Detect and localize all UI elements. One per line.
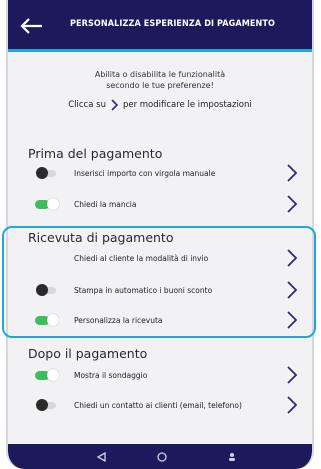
chevron-right-icon[interactable] <box>286 280 298 300</box>
setting-row-contact[interactable]: Chiedi un contatto ai clienti (email, te… <box>8 393 312 417</box>
chevron-right-icon[interactable] <box>286 365 298 385</box>
setting-label: Mostra il sondaggio <box>74 370 148 380</box>
setting-row-customize-receipt[interactable]: Personalizza la ricevuta <box>8 308 312 332</box>
chevron-right-icon <box>111 99 119 111</box>
chevron-right-icon[interactable] <box>286 248 298 268</box>
toggle-tip[interactable] <box>35 198 59 210</box>
app-header: PERSONALIZZA ESPERIENZA DI PAGAMENTO <box>8 0 312 52</box>
intro-line-2: secondo le tue preferenze! <box>106 81 214 90</box>
intro-text: Abilita o disabilita le funzionalità sec… <box>8 69 312 91</box>
hint-suffix: per modificare le impostazioni <box>122 100 252 110</box>
setting-label: Chiedi al cliente la modalità di invio <box>74 253 209 263</box>
setting-label: Personalizza la ricevuta <box>74 315 163 325</box>
setting-label: Stampa in automatico i buoni sconto <box>74 285 213 295</box>
person-icon[interactable] <box>226 451 238 463</box>
setting-row-tip[interactable]: Chiedi la mancia <box>8 192 312 216</box>
back-button[interactable] <box>18 14 48 38</box>
arrow-left-icon <box>20 18 42 34</box>
chevron-right-icon[interactable] <box>286 395 298 415</box>
intro-hint: Clicca su per modificare le impostazioni <box>8 98 312 112</box>
chevron-right-icon[interactable] <box>286 194 298 214</box>
back-triangle-icon[interactable] <box>96 451 108 463</box>
toggle-manual-comma[interactable] <box>36 167 56 179</box>
section-title-before: Prima del pagamento <box>28 146 163 161</box>
setting-row-survey[interactable]: Mostra il sondaggio <box>8 363 312 387</box>
toggle-survey[interactable] <box>35 369 59 381</box>
chevron-right-icon[interactable] <box>286 310 298 330</box>
setting-row-manual-comma[interactable]: Inserisci importo con virgola manuale <box>8 161 312 185</box>
intro-line-1: Abilita o disabilita le funzionalità <box>94 70 226 79</box>
toggle-customize-receipt[interactable] <box>35 314 59 326</box>
setting-label: Chiedi un contatto ai clienti (email, te… <box>74 400 242 410</box>
section-title-receipt: Ricevuta di pagamento <box>28 230 174 245</box>
hint-prefix: Clicca su <box>68 100 106 110</box>
system-navbar <box>8 444 312 469</box>
page-title: PERSONALIZZA ESPERIENZA DI PAGAMENTO <box>70 19 276 29</box>
phone-screen: PERSONALIZZA ESPERIENZA DI PAGAMENTO Abi… <box>6 0 314 469</box>
toggle-contact[interactable] <box>36 399 56 411</box>
chevron-right-icon[interactable] <box>286 163 298 183</box>
setting-label: Chiedi la mancia <box>74 199 137 209</box>
home-circle-icon[interactable] <box>156 451 168 463</box>
setting-label: Inserisci importo con virgola manuale <box>74 168 216 178</box>
toggle-print-coupons[interactable] <box>36 284 56 296</box>
setting-row-send-mode[interactable]: Chiedi al cliente la modalità di invio <box>8 246 312 270</box>
setting-row-print-coupons[interactable]: Stampa in automatico i buoni sconto <box>8 278 312 302</box>
section-title-after: Dopo il pagamento <box>28 346 148 361</box>
